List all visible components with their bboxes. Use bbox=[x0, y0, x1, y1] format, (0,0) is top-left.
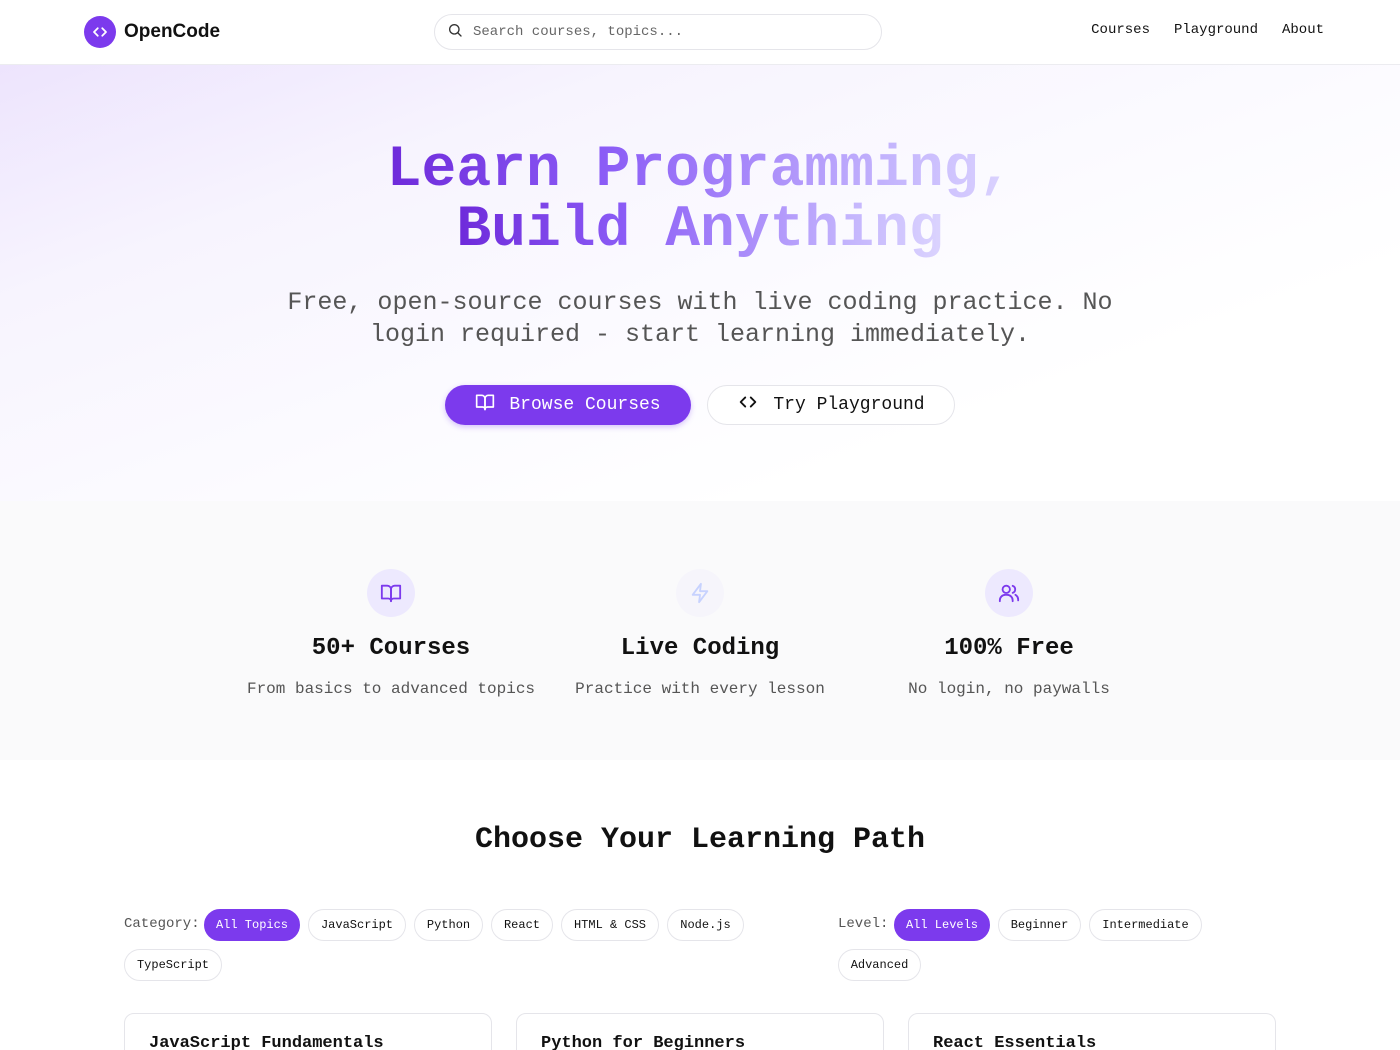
feature-live-coding: Live Coding Practice with every lesson bbox=[540, 569, 860, 698]
try-playground-button[interactable]: Try Playground bbox=[707, 385, 955, 425]
section-title: Choose Your Learning Path bbox=[474, 823, 926, 857]
hero-subtitle: Free, open-source courses with live codi… bbox=[287, 288, 1113, 349]
feature-description: From basics to advanced topics bbox=[246, 680, 536, 698]
hero-title-line1: Learn Programming, bbox=[380, 141, 1020, 201]
zap-icon bbox=[676, 569, 724, 617]
category-chip-typescript[interactable]: TypeScript bbox=[124, 949, 222, 981]
category-chip-javascript[interactable]: JavaScript bbox=[308, 909, 406, 941]
course-card[interactable]: Python for Beginners bbox=[516, 1013, 884, 1050]
course-title: React Essentials bbox=[933, 1034, 1097, 1050]
logo[interactable]: OpenCode bbox=[84, 16, 220, 48]
feature-title: 100% Free bbox=[944, 635, 1074, 662]
search-bar[interactable] bbox=[434, 14, 882, 50]
nav-link-playground[interactable]: Playground bbox=[1174, 22, 1258, 38]
course-card[interactable]: JavaScript Fundamentals bbox=[124, 1013, 492, 1050]
level-chip-intermediate[interactable]: Intermediate bbox=[1089, 909, 1202, 941]
brand-name: OpenCode bbox=[124, 21, 221, 42]
hero-title: Learn Programming, Build Anything bbox=[0, 141, 1400, 261]
feature-title: Live Coding bbox=[620, 635, 780, 662]
category-chip-all-topics[interactable]: All Topics bbox=[204, 909, 300, 941]
top-nav-bar: OpenCode Courses Playground About bbox=[0, 0, 1400, 65]
features-section: 50+ Courses From basics to advanced topi… bbox=[0, 501, 1400, 760]
category-chip-python[interactable]: Python bbox=[414, 909, 483, 941]
feature-description: Practice with every lesson bbox=[575, 680, 825, 698]
category-chip-html-css[interactable]: HTML & CSS bbox=[561, 909, 659, 941]
code-brackets-icon bbox=[737, 391, 759, 419]
hero-section: Learn Programming, Build Anything Free, … bbox=[0, 65, 1400, 501]
users-icon bbox=[985, 569, 1033, 617]
category-chip-react[interactable]: React bbox=[491, 909, 553, 941]
course-title: JavaScript Fundamentals bbox=[149, 1034, 384, 1050]
book-open-icon bbox=[367, 569, 415, 617]
main-nav: Courses Playground About bbox=[1091, 22, 1324, 38]
browse-courses-button[interactable]: Browse Courses bbox=[445, 385, 691, 425]
search-icon bbox=[447, 22, 463, 43]
hero-title-line2: Build Anything bbox=[450, 201, 950, 261]
nav-link-courses[interactable]: Courses bbox=[1091, 22, 1150, 38]
level-chip-beginner[interactable]: Beginner bbox=[998, 909, 1081, 941]
level-chip-all-levels[interactable]: All Levels bbox=[894, 909, 990, 941]
browse-courses-label: Browse Courses bbox=[509, 395, 661, 415]
feature-courses: 50+ Courses From basics to advanced topi… bbox=[231, 569, 551, 698]
book-open-icon bbox=[475, 392, 495, 418]
try-playground-label: Try Playground bbox=[773, 395, 925, 415]
level-chip-advanced[interactable]: Advanced bbox=[838, 949, 921, 981]
code-brackets-icon bbox=[84, 16, 116, 48]
category-filter-label: Category: bbox=[124, 916, 200, 932]
level-filter-label: Level: bbox=[838, 916, 889, 932]
search-input[interactable] bbox=[473, 24, 853, 40]
nav-link-about[interactable]: About bbox=[1282, 22, 1324, 38]
feature-title: 50+ Courses bbox=[311, 635, 471, 662]
feature-free: 100% Free No login, no paywalls bbox=[849, 569, 1169, 698]
course-card[interactable]: React Essentials bbox=[908, 1013, 1276, 1050]
feature-description: No login, no paywalls bbox=[908, 680, 1110, 698]
category-chip-nodejs[interactable]: Node.js bbox=[667, 909, 744, 941]
course-title: Python for Beginners bbox=[541, 1034, 746, 1050]
